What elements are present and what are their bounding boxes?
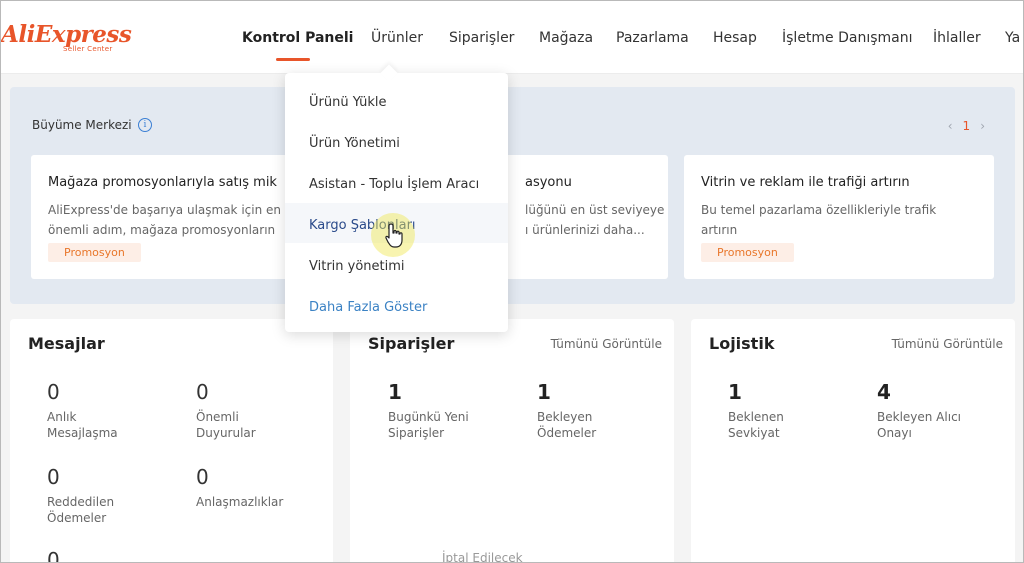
growth-center-panel: Büyüme Merkezi i ‹ 1 › Mağaza promosyonlar… bbox=[10, 87, 1015, 304]
promo-tag: Promosyon bbox=[701, 243, 794, 262]
stat-label: Anlık Mesajlaşma bbox=[47, 409, 167, 441]
stat-partial[interactable]: 0 bbox=[47, 548, 167, 563]
stat-label-line: Mesajlaşma bbox=[47, 426, 118, 440]
stat-important-announcements[interactable]: 0 Önemli Duyurular bbox=[196, 381, 316, 441]
stat-label-line: Ödemeler bbox=[47, 511, 107, 525]
stat-value: 0 bbox=[196, 465, 209, 489]
stat-label-line: Bugünkü Yeni bbox=[388, 410, 469, 424]
stat-label-line: Siparişler bbox=[388, 426, 445, 440]
stat-pending-buyer-confirmation[interactable]: 4 Bekleyen Alıcı Onayı bbox=[877, 381, 997, 441]
stat-pending-payments[interactable]: 1 Bekleyen Ödemeler bbox=[537, 381, 657, 441]
stat-label-line: Sevkiyat bbox=[728, 426, 780, 440]
orders-card: Siparişler Tümünü Görüntüle 1 Bugünkü Ye… bbox=[350, 319, 674, 563]
hand-pointer-icon bbox=[385, 223, 403, 248]
pager-page-number: 1 bbox=[962, 119, 971, 133]
menu-item-showcase-management[interactable]: Vitrin yönetimi bbox=[309, 259, 405, 274]
menu-item-upload-product[interactable]: Ürünü Yükle bbox=[309, 95, 387, 110]
stat-label-line: Ödemeler bbox=[537, 426, 597, 440]
stat-rejected-payments[interactable]: 0 Reddedilen Ödemeler bbox=[47, 466, 167, 526]
promo-card-title: asyonu bbox=[525, 175, 572, 190]
promo-card-description: AliExpress'de başarıya ulaşmak için en ö… bbox=[48, 200, 281, 240]
app-window: AliExpress Seller Center Kontrol Paneli … bbox=[0, 0, 1024, 563]
stat-todays-new-orders[interactable]: 1 Bugünkü Yeni Siparişler bbox=[388, 381, 508, 441]
orders-view-all-link[interactable]: Tümünü Görüntüle bbox=[551, 337, 662, 351]
orders-title: Siparişler bbox=[368, 334, 455, 353]
stat-value: 0 bbox=[47, 548, 60, 563]
promo-tag: Promosyon bbox=[48, 243, 141, 262]
growth-center-title: Büyüme Merkezi bbox=[32, 118, 132, 132]
aliexpress-logo[interactable]: AliExpress Seller Center bbox=[1, 21, 132, 57]
stat-label: Bugünkü Yeni Siparişler bbox=[388, 409, 508, 441]
promo-desc-line: Bu temel pazarlama özellikleriyle trafik bbox=[701, 203, 937, 217]
stat-value: 0 bbox=[196, 380, 209, 404]
info-icon[interactable]: i bbox=[138, 118, 152, 132]
nav-item-siparisler[interactable]: Siparişler bbox=[449, 30, 514, 46]
nav-item-magaza[interactable]: Mağaza bbox=[539, 30, 593, 46]
messages-title: Mesajlar bbox=[28, 334, 105, 353]
nav-item-kontrol-paneli[interactable]: Kontrol Paneli bbox=[242, 30, 353, 46]
stat-value: 1 bbox=[537, 380, 551, 404]
stat-label-line: Önemli bbox=[196, 410, 239, 424]
stat-value: 0 bbox=[47, 380, 60, 404]
stat-label-line: Duyurular bbox=[196, 426, 256, 440]
carousel-pager: ‹ 1 › bbox=[943, 119, 990, 133]
logistics-view-all-link[interactable]: Tümünü Görüntüle bbox=[892, 337, 1003, 351]
chevron-right-icon[interactable]: › bbox=[980, 119, 985, 133]
menu-item-bulk-tool[interactable]: Asistan - Toplu İşlem Aracı bbox=[309, 177, 479, 192]
promo-card-showcase-ads[interactable]: Vitrin ve reklam ile trafiği artırın Bu … bbox=[684, 155, 994, 279]
stat-label-line: Bekleyen Alıcı bbox=[877, 410, 961, 424]
stat-label-line: Onayı bbox=[877, 426, 912, 440]
logistics-card: Lojistik Tümünü Görüntüle 1 Beklenen Sev… bbox=[691, 319, 1015, 562]
stat-label: Reddedilen Ödemeler bbox=[47, 494, 167, 526]
nav-item-isletme-danismani[interactable]: İşletme Danışmanı bbox=[782, 30, 913, 46]
stat-value: 4 bbox=[877, 380, 891, 404]
nav-item-partial[interactable]: Ya bbox=[1005, 30, 1020, 46]
stat-disputes[interactable]: 0 Anlaşmazlıklar bbox=[196, 466, 316, 510]
stat-instant-messaging[interactable]: 0 Anlık Mesajlaşma bbox=[47, 381, 167, 441]
promo-desc-line: AliExpress'de başarıya ulaşmak için en bbox=[48, 203, 281, 217]
promo-desc-line: artırın bbox=[701, 223, 738, 237]
nav-item-pazarlama[interactable]: Pazarlama bbox=[616, 30, 689, 46]
promo-card-title: Mağaza promosyonlarıyla satış mik bbox=[48, 175, 277, 190]
nav-item-hesap[interactable]: Hesap bbox=[713, 30, 757, 46]
stat-label: Bekleyen Alıcı Onayı bbox=[877, 409, 997, 441]
promo-desc-line: lüğünü en üst seviyeye bbox=[525, 203, 665, 217]
top-navigation-bar: AliExpress Seller Center Kontrol Paneli … bbox=[1, 1, 1023, 74]
stat-label-line: Beklenen bbox=[728, 410, 784, 424]
stat-expected-shipment[interactable]: 1 Beklenen Sevkiyat bbox=[728, 381, 848, 441]
logo-text: AliExpress bbox=[1, 21, 132, 48]
stat-value: 1 bbox=[388, 380, 402, 404]
stat-value: 1 bbox=[728, 380, 742, 404]
promo-desc-line: ı ürünlerinizi daha... bbox=[525, 223, 645, 237]
messages-card: Mesajlar 0 Anlık Mesajlaşma 0 Önemli Duy… bbox=[10, 319, 333, 563]
stat-label: Önemli Duyurular bbox=[196, 409, 316, 441]
stat-label: Anlaşmazlıklar bbox=[196, 494, 316, 510]
menu-item-show-more[interactable]: Daha Fazla Göster bbox=[309, 300, 427, 315]
stat-label-line: Reddedilen bbox=[47, 495, 115, 509]
orders-partial-label: İptal Edilecek bbox=[442, 551, 523, 563]
promo-desc-line: önemli adım, mağaza promosyonların bbox=[48, 223, 276, 237]
promo-card-description: lüğünü en üst seviyeye ı ürünlerinizi da… bbox=[525, 200, 664, 240]
menu-item-product-management[interactable]: Ürün Yönetimi bbox=[309, 136, 400, 151]
active-tab-indicator bbox=[276, 58, 310, 61]
chevron-left-icon[interactable]: ‹ bbox=[948, 119, 953, 133]
products-dropdown-menu: Ürünü Yükle Ürün Yönetimi Asistan - Topl… bbox=[285, 64, 508, 332]
nav-item-urunler[interactable]: Ürünler bbox=[371, 30, 423, 46]
nav-item-ihlaller[interactable]: İhlaller bbox=[933, 30, 981, 46]
stat-value: 0 bbox=[47, 465, 60, 489]
logistics-title: Lojistik bbox=[709, 334, 775, 353]
stat-label-line: Bekleyen bbox=[537, 410, 593, 424]
stat-label: Beklenen Sevkiyat bbox=[728, 409, 848, 441]
promo-card-title: Vitrin ve reklam ile trafiği artırın bbox=[701, 175, 910, 190]
stat-label-line: Anlaşmazlıklar bbox=[196, 495, 284, 509]
stat-label: Bekleyen Ödemeler bbox=[537, 409, 657, 441]
promo-card-description: Bu temel pazarlama özellikleriyle trafik… bbox=[701, 200, 936, 240]
logo-subtitle: Seller Center bbox=[63, 45, 113, 53]
stat-label-line: Anlık bbox=[47, 410, 77, 424]
